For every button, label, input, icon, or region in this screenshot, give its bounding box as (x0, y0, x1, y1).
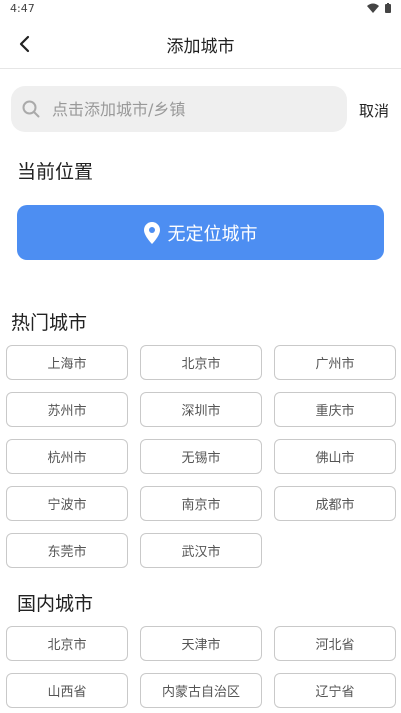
hot-city-chip[interactable]: 杭州市 (6, 439, 128, 474)
search-box[interactable] (11, 86, 347, 132)
domestic-city-chip[interactable]: 山西省 (6, 673, 128, 708)
status-bar: 4:47 (0, 0, 401, 20)
wifi-icon (367, 3, 379, 13)
current-location-button[interactable]: 无定位城市 (17, 205, 384, 260)
search-icon (22, 100, 40, 118)
hot-city-chip[interactable]: 南京市 (140, 486, 262, 521)
status-icons (367, 3, 391, 13)
hot-cities-heading: 热门城市 (11, 312, 88, 334)
hot-city-chip[interactable]: 苏州市 (6, 392, 128, 427)
hot-city-chip[interactable]: 佛山市 (274, 439, 396, 474)
domestic-city-chip[interactable]: 内蒙古自治区 (140, 673, 262, 708)
domestic-city-chip[interactable]: 河北省 (274, 626, 396, 661)
hot-city-chip[interactable]: 广州市 (274, 345, 396, 380)
hot-cities-grid: 上海市 北京市 广州市 苏州市 深圳市 重庆市 杭州市 无锡市 佛山市 宁波市 … (6, 345, 396, 568)
domestic-city-chip[interactable]: 辽宁省 (274, 673, 396, 708)
hot-city-chip[interactable]: 宁波市 (6, 486, 128, 521)
current-location-heading: 当前位置 (17, 161, 94, 183)
search-input[interactable] (50, 98, 324, 120)
hot-city-chip[interactable]: 上海市 (6, 345, 128, 380)
hot-city-chip[interactable]: 武汉市 (140, 533, 262, 568)
domestic-cities-grid: 北京市 天津市 河北省 山西省 内蒙古自治区 辽宁省 (6, 626, 396, 708)
domestic-city-chip[interactable]: 天津市 (140, 626, 262, 661)
status-time: 4:47 (10, 2, 35, 15)
hot-city-chip[interactable]: 北京市 (140, 345, 262, 380)
hot-city-chip[interactable]: 成都市 (274, 486, 396, 521)
cancel-button[interactable]: 取消 (359, 100, 389, 121)
app-bar: 添加城市 (0, 20, 401, 69)
domestic-city-chip[interactable]: 北京市 (6, 626, 128, 661)
hot-city-chip[interactable]: 重庆市 (274, 392, 396, 427)
page-title: 添加城市 (166, 37, 235, 57)
domestic-cities-heading: 国内城市 (17, 593, 94, 615)
hot-city-chip[interactable]: 无锡市 (140, 439, 262, 474)
current-location-label: 无定位城市 (167, 223, 258, 245)
hot-city-chip[interactable]: 东莞市 (6, 533, 128, 568)
battery-icon (385, 3, 391, 13)
hot-city-chip[interactable]: 深圳市 (140, 392, 262, 427)
location-pin-icon (143, 221, 160, 244)
